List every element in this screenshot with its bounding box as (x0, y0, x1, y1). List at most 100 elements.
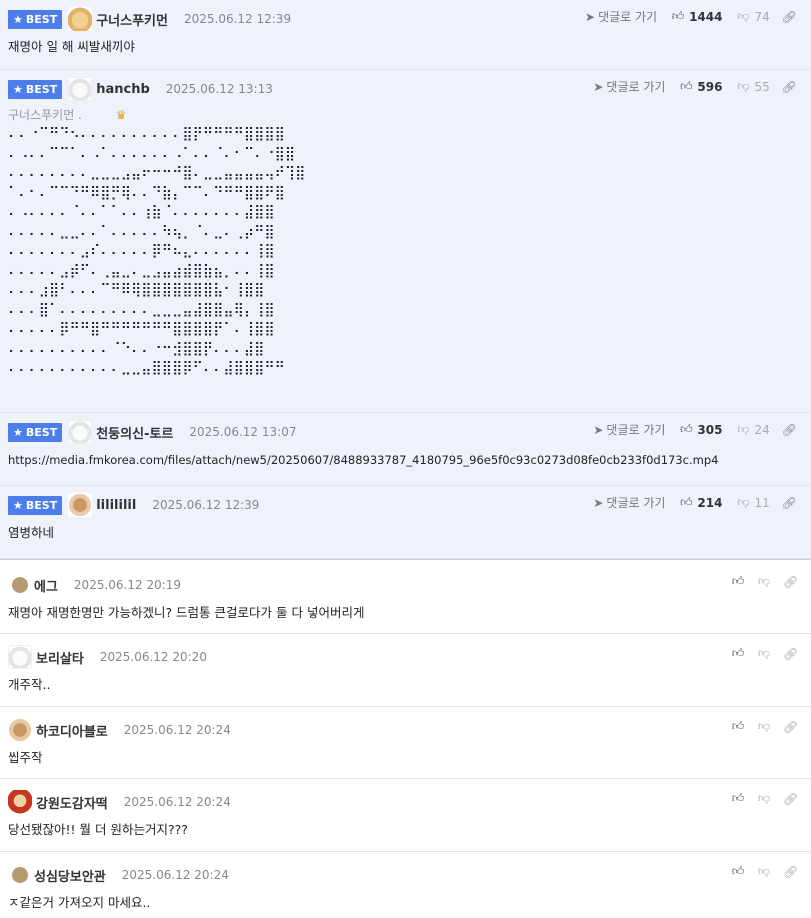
quoted-user: 구너스푸키먼 . ♛ (8, 108, 127, 122)
avatar[interactable] (68, 7, 93, 31)
comment-actions: ➤ 댓글로 가기 👍︎ 596 👎︎ 55 🔗︎ (593, 78, 797, 95)
comment: 성심당보안관 2025.06.12 20:24 👍︎ 👎︎ 🔗︎ ㅈ같은거 가져… (0, 852, 811, 918)
ascii-art: ⠄⠄⠐⠉⠛⠙⠢⠄⠄⠄⠄⠄⠄⠄⠄⠄⠄⣿⡟⠛⠛⠛⠛⣿⣿⣿⣿ ⠄⠠⠄⠄⠉⠉⠁⠄⠠⠁⠄⠄… (8, 126, 306, 376)
link-icon[interactable]: 🔗︎ (783, 720, 798, 734)
thumbs-down-icon[interactable]: 👎︎ (757, 864, 771, 879)
thumbs-up-icon[interactable]: 👍︎ (731, 791, 745, 806)
upvote-button[interactable]: 👍︎ 305 (679, 422, 722, 437)
downvote-button[interactable]: 👎︎ 55 (736, 79, 769, 94)
thumbs-up-icon[interactable]: 👍︎ (731, 646, 745, 661)
comment-actions: 👍︎ 👎︎ 🔗︎ (731, 574, 799, 589)
avatar[interactable] (8, 645, 32, 669)
best-badge: ★ BEST (8, 422, 63, 442)
link-icon[interactable]: 🔗︎ (783, 865, 798, 879)
best-badge: ★ BEST (8, 495, 63, 515)
comment-date: 2025.06.12 20:20 (99, 650, 207, 664)
comment-date: 2025.06.12 20:24 (121, 868, 229, 882)
goto-comment-link[interactable]: ➤ 댓글로 가기 (593, 421, 665, 438)
thumbs-up-icon[interactable]: 👍︎ (731, 719, 745, 734)
crown-icon: ♛ (115, 108, 127, 122)
goto-comment-link[interactable]: ➤ 댓글로 가기 (593, 78, 665, 95)
downvote-button[interactable]: 👎︎ 11 (736, 495, 769, 510)
comment-text: 당선됐잖아!! 뭘 더 원하는거지??? (8, 822, 188, 837)
comment-date: 2025.06.12 12:39 (183, 12, 292, 26)
comment-actions: ➤ 댓글로 가기 👍︎ 214 👎︎ 11 🔗︎ (593, 494, 797, 511)
downvote-button[interactable]: 👎︎ 74 (736, 9, 769, 24)
avatar[interactable] (68, 493, 93, 517)
avatar[interactable] (8, 790, 32, 814)
link-icon[interactable]: 🔗︎ (782, 423, 797, 437)
upvote-button[interactable]: 👍︎ 1444 (671, 9, 723, 24)
comment-text: 재명아 일 해 씨발새끼야 (8, 39, 135, 54)
nickname[interactable]: lilililil (96, 498, 136, 513)
link-icon[interactable]: 🔗︎ (782, 496, 797, 510)
avatar[interactable] (68, 77, 93, 101)
arrow-icon: ➤ (593, 79, 604, 94)
arrow-icon: ➤ (593, 422, 604, 437)
thumbs-down-icon[interactable]: 👎︎ (757, 574, 771, 589)
best-comment: ★ BEST hanchb 2025.06.12 13:13 ➤ 댓글로 가기 👍︎… (0, 70, 811, 413)
thumbs-down-icon[interactable]: 👎︎ (757, 719, 771, 734)
downvote-button[interactable]: 👎︎ 24 (736, 422, 769, 437)
comment: 하코디아블로 2025.06.12 20:24 👍︎ 👎︎ 🔗︎ 씹주작 (0, 707, 811, 779)
thumbs-down-icon[interactable]: 👎︎ (757, 646, 771, 661)
comment-text: 씹주작 (8, 750, 43, 765)
avatar[interactable] (8, 718, 32, 742)
comment-date: 2025.06.12 20:24 (123, 795, 231, 809)
comment-actions: 👍︎ 👎︎ 🔗︎ (731, 791, 799, 806)
link-icon[interactable]: 🔗︎ (783, 792, 798, 806)
thumbs-down-icon: 👎︎ (737, 422, 750, 436)
nickname[interactable]: 하코디아블로 (36, 721, 108, 740)
avatar[interactable] (12, 577, 28, 593)
comment-actions: 👍︎ 👎︎ 🔗︎ (731, 719, 799, 734)
comment-date: 2025.06.12 12:39 (152, 498, 260, 512)
nickname[interactable]: 천둥의신-토르 (96, 423, 173, 442)
link-icon[interactable]: 🔗︎ (783, 647, 798, 661)
thumbs-up-icon: 👍︎ (680, 79, 693, 93)
comment: 에그 2025.06.12 20:19 👍︎ 👎︎ 🔗︎ 재명아 재명한명만 가… (0, 562, 811, 634)
best-comment: ★ BEST 천둥의신-토르 2025.06.12 13:07 ➤ 댓글로 가기 👍… (0, 413, 811, 486)
comment-date: 2025.06.12 20:19 (73, 578, 182, 592)
comment-link-text[interactable]: https://media.fmkorea.com/files/attach/n… (8, 443, 803, 482)
comment-actions: ➤ 댓글로 가기 👍︎ 305 👎︎ 24 🔗︎ (593, 421, 797, 438)
comment-header: 하코디아블로 2025.06.12 20:24 (8, 718, 803, 742)
thumbs-up-icon: 👍︎ (671, 9, 685, 23)
best-badge: ★ BEST (8, 9, 63, 29)
link-icon[interactable]: 🔗︎ (782, 80, 797, 94)
best-comment: ★ BEST lilililil 2025.06.12 12:39 ➤ 댓글로 가기… (0, 486, 811, 559)
thumbs-down-icon: 👎︎ (737, 79, 750, 93)
upvote-button[interactable]: 👍︎ 596 (679, 79, 722, 94)
goto-comment-link[interactable]: ➤ 댓글로 가기 (585, 8, 657, 25)
thumbs-down-icon[interactable]: 👎︎ (757, 791, 771, 806)
comment-date: 2025.06.12 13:13 (165, 82, 273, 96)
nickname[interactable]: 강원도감자떡 (36, 793, 108, 812)
comment-text: 재명아 재명한명만 가능하겠니? 드럼통 큰걸로다가 둘 다 넣어버리게 (8, 605, 365, 620)
avatar[interactable] (12, 867, 28, 883)
star-icon: ★ (13, 498, 23, 512)
upvote-button[interactable]: 👍︎ 214 (679, 495, 722, 510)
nickname[interactable]: 에그 (34, 576, 58, 595)
comment-actions: 👍︎ 👎︎ 🔗︎ (731, 646, 799, 661)
link-icon[interactable]: 🔗︎ (783, 575, 798, 589)
avatar[interactable] (68, 420, 93, 444)
comment-date: 2025.06.12 13:07 (189, 425, 297, 439)
best-badge: ★ BEST (8, 79, 63, 99)
comment: 보리살타 2025.06.12 20:20 👍︎ 👎︎ 🔗︎ 개주작.. (0, 634, 811, 707)
thumbs-up-icon[interactable]: 👍︎ (731, 574, 745, 589)
goto-comment-link[interactable]: ➤ 댓글로 가기 (593, 494, 665, 511)
nickname[interactable]: 보리살타 (36, 648, 84, 667)
comment: 강원도감자떡 2025.06.12 20:24 👍︎ 👎︎ 🔗︎ 당선됐잖아!!… (0, 779, 811, 852)
star-icon: ★ (13, 425, 23, 439)
star-icon: ★ (13, 12, 23, 26)
nickname[interactable]: 성심당보안관 (34, 866, 106, 885)
thumbs-up-icon[interactable]: 👍︎ (731, 864, 745, 879)
nickname[interactable]: hanchb (96, 82, 150, 97)
thumbs-up-icon: 👍︎ (680, 495, 693, 509)
comment-text: 개주작.. (8, 677, 51, 692)
comment-header: 보리살타 2025.06.12 20:20 (8, 645, 803, 669)
link-icon[interactable]: 🔗︎ (782, 10, 797, 24)
nickname[interactable]: 구너스푸키먼 (96, 10, 168, 29)
arrow-icon: ➤ (585, 9, 596, 24)
comment-text: ㅈ같은거 가져오지 마세요.. (8, 895, 151, 910)
arrow-icon: ➤ (593, 495, 604, 510)
